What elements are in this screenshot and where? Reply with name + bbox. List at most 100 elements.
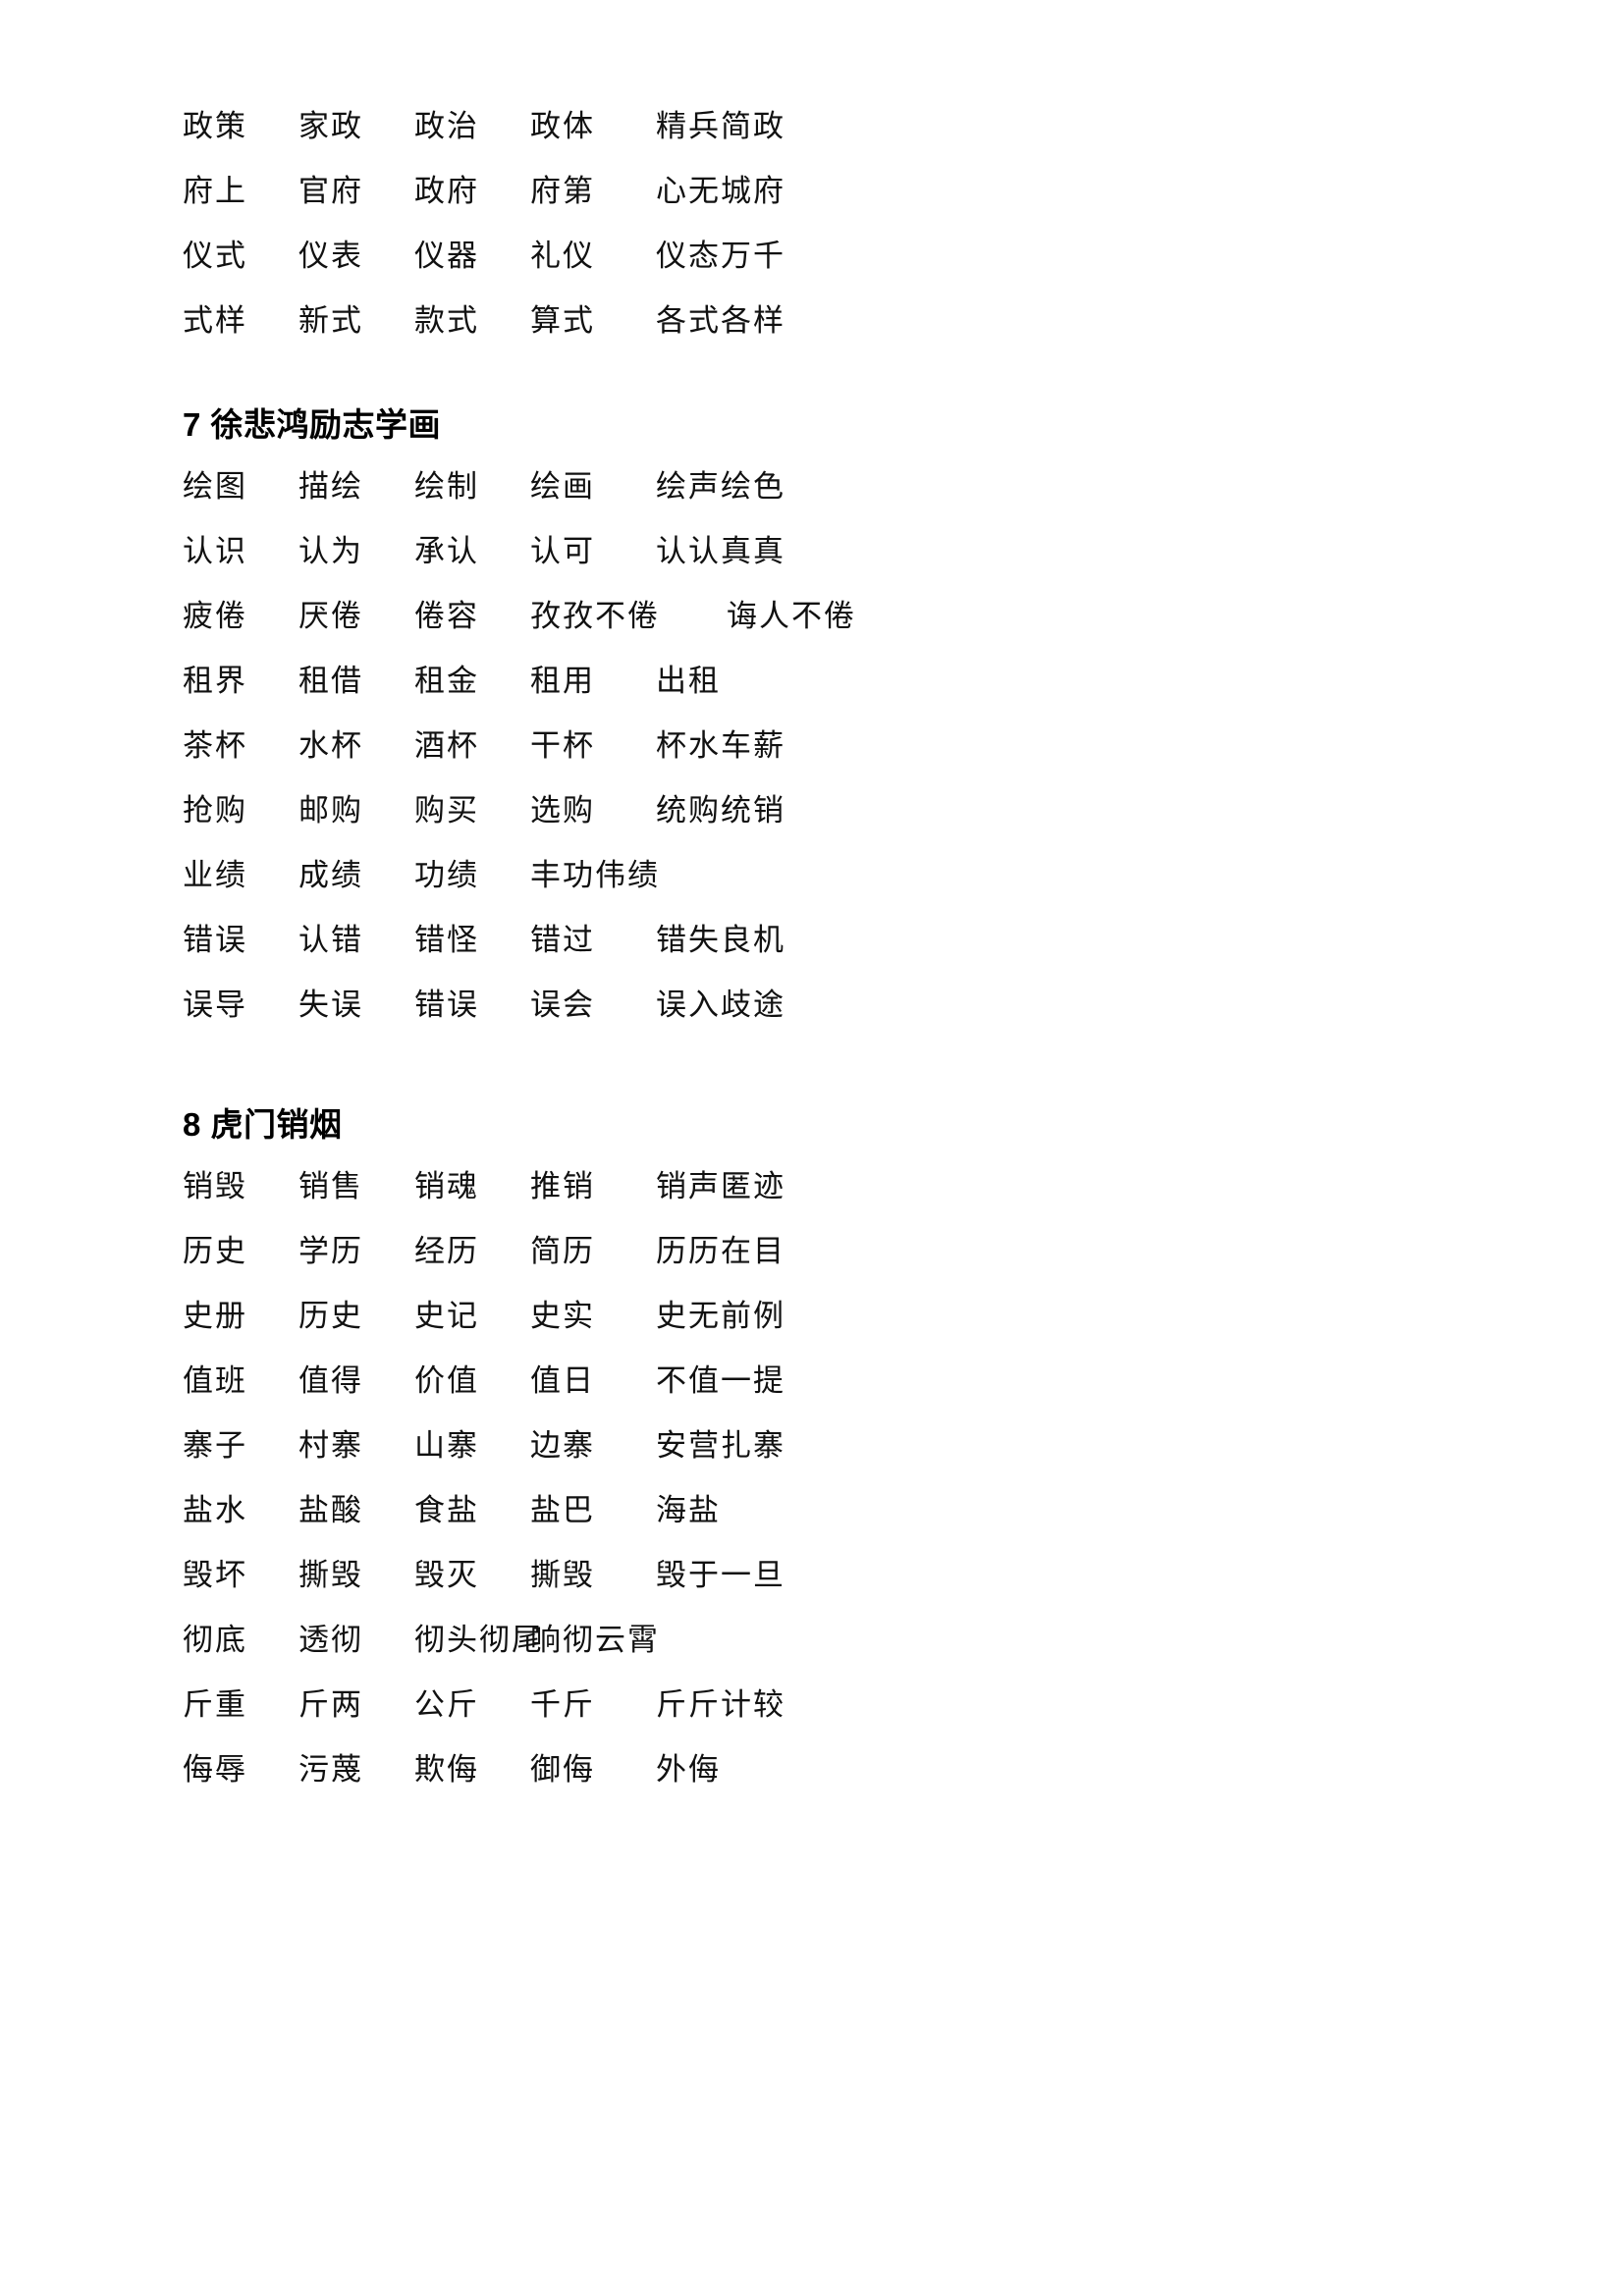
word-cell: 销声匿迹 — [656, 1169, 785, 1204]
word-row: 府上 官府 政府 府第 心无城府 — [183, 159, 1477, 224]
word-cell: 各式各样 — [656, 303, 785, 339]
word-cell: 官府 — [298, 174, 363, 209]
word-row: 寨子 村寨 山寨 边寨 安营扎寨 — [183, 1414, 1477, 1478]
word-cell: 出租 — [656, 664, 721, 699]
word-cell: 彻头彻尾 — [414, 1623, 544, 1658]
word-cell: 政策 — [183, 109, 247, 144]
word-cell: 认认真真 — [656, 534, 785, 569]
word-cell: 功绩 — [414, 858, 479, 893]
word-cell: 抢购 — [183, 793, 247, 828]
word-cell: 精兵简政 — [656, 109, 785, 144]
word-cell: 村寨 — [298, 1428, 363, 1464]
word-cell: 绘图 — [183, 469, 247, 505]
word-cell: 仪表 — [298, 239, 363, 274]
word-row: 茶杯 水杯 酒杯 干杯 杯水车薪 — [183, 714, 1477, 778]
word-cell: 公斤 — [414, 1687, 479, 1723]
word-cell: 仪式 — [183, 239, 247, 274]
word-cell: 倦容 — [414, 599, 479, 634]
word-cell: 认识 — [183, 534, 247, 569]
word-cell: 水杯 — [298, 728, 363, 764]
word-row: 盐水 盐酸 食盐 盐巴 海盐 — [183, 1478, 1477, 1543]
word-cell: 毁于一旦 — [656, 1558, 785, 1593]
word-cell: 茶杯 — [183, 728, 247, 764]
word-block-section-7: 7 徐悲鸿励志学画 绘图 描绘 绘制 绘画 绘声绘色 认识 认为 承认 认可 认认真真 疲倦 厌倦 倦容 孜… — [183, 408, 1477, 1038]
word-cell: 盐酸 — [298, 1493, 363, 1528]
word-cell: 错误 — [414, 988, 479, 1023]
word-cell: 边寨 — [530, 1428, 595, 1464]
word-cell: 毁坏 — [183, 1558, 247, 1593]
word-cell: 成绩 — [298, 858, 363, 893]
word-cell: 业绩 — [183, 858, 247, 893]
word-cell: 厌倦 — [298, 599, 363, 634]
word-cell: 政府 — [414, 174, 479, 209]
word-cell: 租用 — [530, 664, 595, 699]
word-row: 绘图 描绘 绘制 绘画 绘声绘色 — [183, 454, 1477, 519]
word-cell: 外侮 — [656, 1752, 721, 1788]
word-cell: 酒杯 — [414, 728, 479, 764]
word-cell: 历史 — [183, 1234, 247, 1269]
word-row: 政策 家政 政治 政体 精兵简政 — [183, 94, 1477, 159]
word-row: 认识 认为 承认 认可 认认真真 — [183, 519, 1477, 584]
word-cell: 销毁 — [183, 1169, 247, 1204]
word-cell: 史无前例 — [656, 1299, 785, 1334]
word-cell: 千斤 — [530, 1687, 595, 1723]
word-cell: 承认 — [414, 534, 479, 569]
word-cell: 绘画 — [530, 469, 595, 505]
word-cell: 描绘 — [298, 469, 363, 505]
word-cell: 误会 — [530, 988, 595, 1023]
word-block-continuation: 政策 家政 政治 政体 精兵简政 府上 官府 政府 府第 心无城府 仪式 仪表 仪器 礼仪 仪态万千 式样 新式… — [183, 94, 1477, 353]
word-cell: 斤重 — [183, 1687, 247, 1723]
word-cell: 不值一提 — [656, 1363, 785, 1399]
heading-spacer — [183, 441, 1477, 454]
word-cell: 认为 — [298, 534, 363, 569]
word-cell: 误入歧途 — [656, 988, 785, 1023]
word-row: 值班 值得 价值 值日 不值一提 — [183, 1349, 1477, 1414]
word-cell: 仪态万千 — [656, 239, 785, 274]
word-cell: 史实 — [530, 1299, 595, 1334]
word-cell: 销售 — [298, 1169, 363, 1204]
word-cell: 误导 — [183, 988, 247, 1023]
word-cell: 响彻云霄 — [530, 1623, 660, 1658]
word-cell: 值日 — [530, 1363, 595, 1399]
heading-spacer — [183, 1141, 1477, 1154]
word-cell: 历史 — [298, 1299, 363, 1334]
document-body: 政策 家政 政治 政体 精兵简政 府上 官府 政府 府第 心无城府 仪式 仪表 仪器 礼仪 仪态万千 式样 新式… — [183, 94, 1477, 1802]
section-heading: 7 徐悲鸿励志学画 — [183, 406, 442, 443]
word-cell: 选购 — [530, 793, 595, 828]
word-cell: 府上 — [183, 174, 247, 209]
word-cell: 政体 — [530, 109, 595, 144]
word-cell: 绘制 — [414, 469, 479, 505]
word-cell: 家政 — [298, 109, 363, 144]
word-cell: 销魂 — [414, 1169, 479, 1204]
word-row: 租界 租借 租金 租用 出租 — [183, 649, 1477, 714]
word-row: 彻底 透彻 彻头彻尾响彻云霄 — [183, 1608, 1477, 1673]
word-cell: 款式 — [414, 303, 479, 339]
word-cell: 撕毁 — [530, 1558, 595, 1593]
word-row: 仪式 仪表 仪器 礼仪 仪态万千 — [183, 224, 1477, 289]
word-cell: 撕毁 — [298, 1558, 363, 1593]
word-cell: 租金 — [414, 664, 479, 699]
word-cell: 新式 — [298, 303, 363, 339]
word-cell: 杯水车薪 — [656, 728, 785, 764]
word-cell: 礼仪 — [530, 239, 595, 274]
word-cell: 史记 — [414, 1299, 479, 1334]
word-cell: 侮辱 — [183, 1752, 247, 1788]
word-row: 疲倦 厌倦 倦容 孜孜不倦 诲人不倦 — [183, 584, 1477, 649]
word-cell: 值班 — [183, 1363, 247, 1399]
word-cell: 食盐 — [414, 1493, 479, 1528]
word-row: 历史 学历 经历 简历 历历在目 — [183, 1219, 1477, 1284]
word-cell: 历历在目 — [656, 1234, 785, 1269]
word-cell: 推销 — [530, 1169, 595, 1204]
word-cell: 算式 — [530, 303, 595, 339]
word-cell: 透彻 — [298, 1623, 363, 1658]
word-cell: 认可 — [530, 534, 595, 569]
word-cell: 简历 — [530, 1234, 595, 1269]
word-cell: 错怪 — [414, 923, 479, 958]
word-row: 史册 历史 史记 史实 史无前例 — [183, 1284, 1477, 1349]
word-cell: 污蔑 — [298, 1752, 363, 1788]
word-cell: 寨子 — [183, 1428, 247, 1464]
word-cell: 安营扎寨 — [656, 1428, 785, 1464]
document-page: 政策 家政 政治 政体 精兵简政 府上 官府 政府 府第 心无城府 仪式 仪表 仪器 礼仪 仪态万千 式样 新式… — [0, 0, 1624, 2296]
word-row: 销毁 销售 销魂 推销 销声匿迹 — [183, 1154, 1477, 1219]
